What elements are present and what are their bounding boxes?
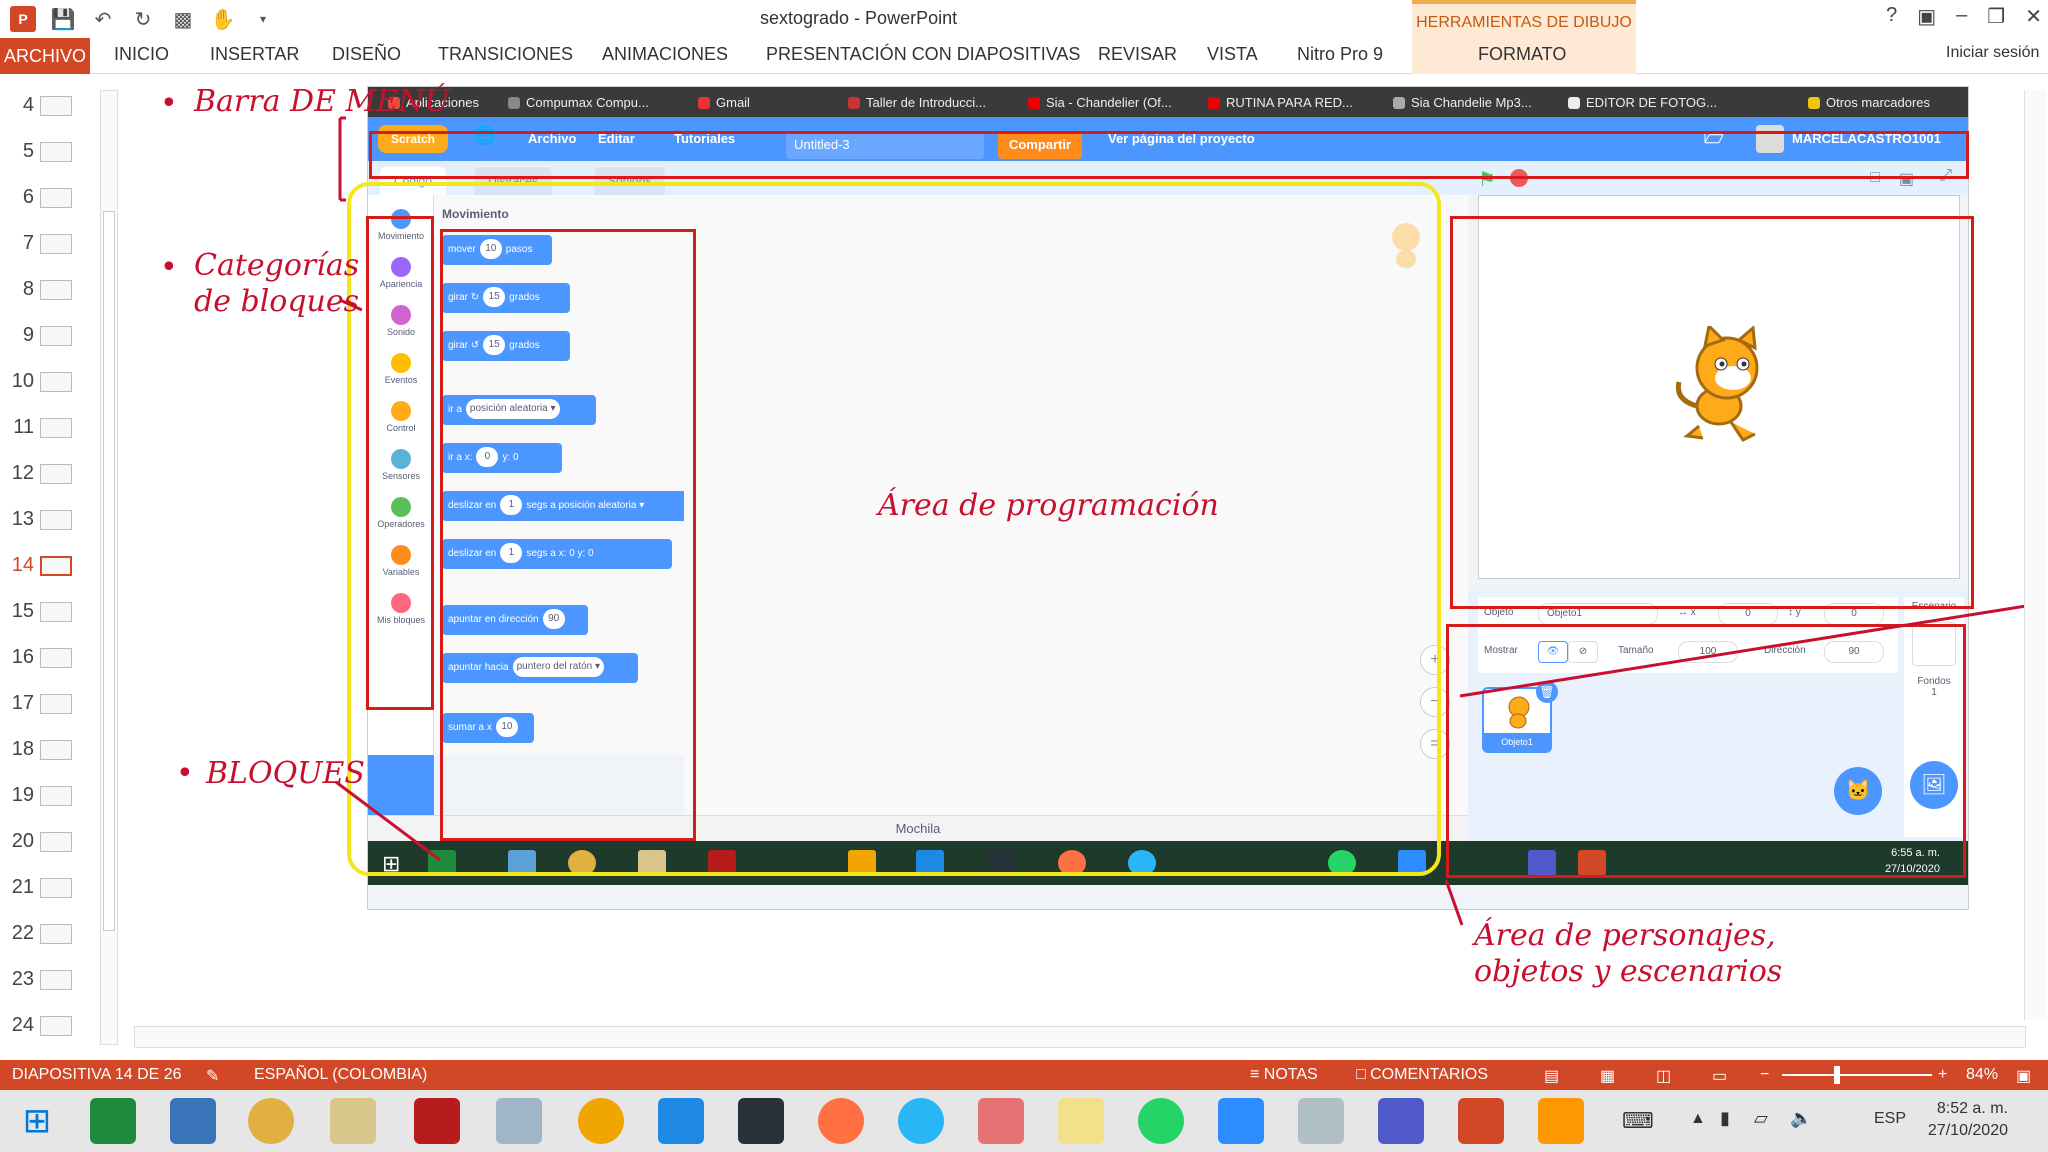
- annotation-programming-area: Área de programación: [878, 488, 1219, 523]
- zoom-slider-thumb[interactable]: [1834, 1066, 1840, 1084]
- normal-view-icon[interactable]: ▤: [1544, 1066, 1559, 1086]
- zoom-app-icon[interactable]: [1218, 1098, 1264, 1144]
- annotation-sprites-area-1: Área de personajes,: [1474, 918, 1776, 953]
- reading-view-icon[interactable]: ◫: [1656, 1066, 1671, 1086]
- comments-button[interactable]: □ COMENTARIOS: [1356, 1066, 1488, 1084]
- volume-icon[interactable]: 🔈: [1790, 1108, 1812, 1129]
- app-icon[interactable]: [1058, 1098, 1104, 1144]
- zoom-out-button[interactable]: −: [1760, 1066, 1769, 1084]
- whatsapp-icon[interactable]: [1138, 1098, 1184, 1144]
- vlc-icon[interactable]: [1538, 1098, 1584, 1144]
- slideshow-icon[interactable]: ▭: [1712, 1066, 1727, 1086]
- bullet-icon: •: [160, 250, 178, 285]
- ie-icon[interactable]: [898, 1098, 944, 1144]
- paint-icon[interactable]: [1298, 1098, 1344, 1144]
- language-status[interactable]: ESPAÑOL (COLOMBIA): [254, 1066, 427, 1084]
- annotation-categories-2: de bloques: [194, 284, 360, 319]
- slide-sorter-icon[interactable]: ▦: [1600, 1066, 1615, 1086]
- annotation-blocks: BLOQUES: [206, 756, 365, 791]
- zoom-level[interactable]: 84%: [1966, 1066, 1998, 1084]
- system-clock[interactable]: 8:52 a. m. 27/10/2020: [1928, 1098, 2008, 1142]
- notes-button[interactable]: ≡ NOTAS: [1250, 1066, 1318, 1084]
- horizontal-scrollbar[interactable]: [134, 1026, 2026, 1048]
- tray-arrow-icon[interactable]: ▲: [1690, 1110, 1706, 1128]
- powerpoint-taskbar-icon[interactable]: [1458, 1098, 1504, 1144]
- chrome-icon[interactable]: [248, 1098, 294, 1144]
- zoom-slider[interactable]: [1782, 1074, 1932, 1076]
- status-bar: DIAPOSITIVA 14 DE 26 ✎ ESPAÑOL (COLOMBIA…: [0, 1060, 2048, 1090]
- keyboard-icon[interactable]: ⌨: [1622, 1108, 1654, 1134]
- annotation-sprites-area-2: objetos y escenarios: [1474, 954, 1783, 989]
- start-icon[interactable]: ⊞: [14, 1098, 60, 1144]
- app-icon[interactable]: [170, 1098, 216, 1144]
- fit-to-window-icon[interactable]: ▣: [2016, 1066, 2031, 1086]
- flash-icon[interactable]: [414, 1098, 460, 1144]
- file-explorer-icon[interactable]: [330, 1098, 376, 1144]
- windows-taskbar: ⊞ ⌨ ▲ ▮ ▱ 🔈 ESP 8:52 a. m. 27/10/2020: [0, 1090, 2048, 1152]
- dropbox-icon[interactable]: [658, 1098, 704, 1144]
- app-icon[interactable]: [496, 1098, 542, 1144]
- network-icon[interactable]: ▱: [1754, 1108, 1768, 1129]
- app-icon[interactable]: [978, 1098, 1024, 1144]
- spellcheck-icon[interactable]: ✎: [206, 1066, 219, 1086]
- bullet-icon: •: [176, 756, 194, 791]
- slide-counter: DIAPOSITIVA 14 DE 26: [12, 1066, 182, 1083]
- app-icon[interactable]: [578, 1098, 624, 1144]
- annotation-categories-1: Categorías: [194, 248, 360, 283]
- clock-time: 8:52 a. m.: [1936, 1100, 2008, 1117]
- firefox-icon[interactable]: [818, 1098, 864, 1144]
- clock-date: 27/10/2020: [1927, 1122, 2008, 1139]
- teams-icon[interactable]: [1378, 1098, 1424, 1144]
- bullet-icon: •: [160, 86, 178, 121]
- excel-icon[interactable]: [90, 1098, 136, 1144]
- vertical-scrollbar[interactable]: [2024, 90, 2046, 1020]
- annotation-menu-bar: Barra DE MENÚ: [194, 84, 450, 119]
- app-icon[interactable]: [738, 1098, 784, 1144]
- input-language[interactable]: ESP: [1874, 1110, 1906, 1128]
- battery-icon: ▮: [1720, 1108, 1730, 1128]
- zoom-in-button[interactable]: +: [1938, 1066, 1947, 1084]
